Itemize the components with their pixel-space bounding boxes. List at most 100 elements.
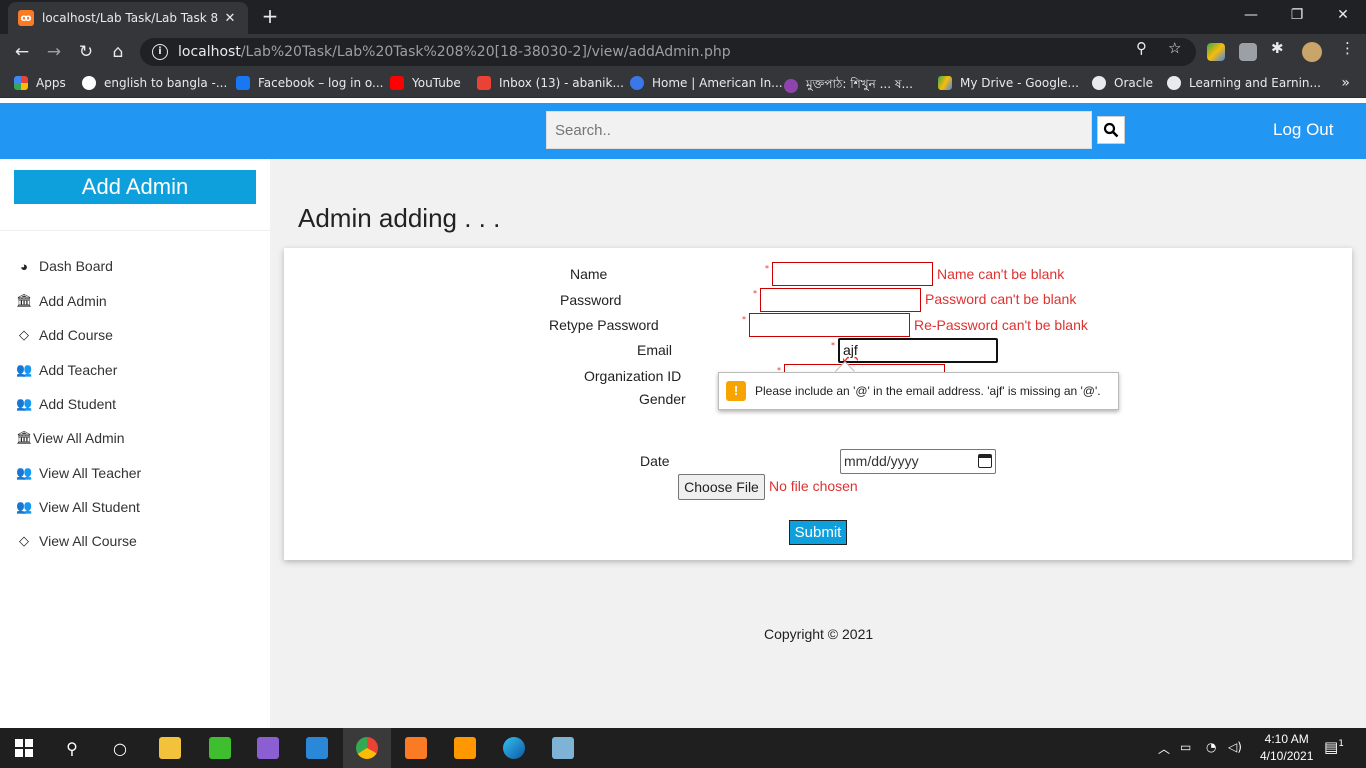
calendar-icon[interactable] [978, 454, 992, 468]
gender-label: Gender [639, 391, 686, 407]
password-input[interactable] [760, 288, 921, 312]
sidebar-item-add-teacher[interactable]: 👥 Add Teacher [16, 362, 117, 378]
shield-icon [630, 76, 644, 90]
xampp-favicon-icon: ꝏ [18, 10, 34, 26]
extensions-puzzle-icon[interactable]: ✱ [1271, 39, 1284, 57]
back-button[interactable]: ← [10, 40, 34, 64]
choose-file-button[interactable]: Choose File [678, 474, 765, 500]
bookmark-learning[interactable]: Learning and Earnin... [1167, 76, 1321, 90]
wifi-icon[interactable]: ◔ [1206, 740, 1216, 754]
bookmark-label: Learning and Earnin... [1189, 76, 1321, 90]
sidebar-item-label: View All Teacher [39, 465, 142, 481]
profile-avatar[interactable] [1302, 42, 1322, 62]
sidebar-item-add-student[interactable]: 👥 Add Student [16, 396, 116, 412]
retype-password-input[interactable] [749, 313, 910, 337]
admin-form-card: Name * Name can't be blank Password * Pa… [284, 248, 1352, 560]
windows-logo-icon [15, 739, 33, 757]
name-input[interactable] [772, 262, 933, 286]
sidebar-item-dashboard[interactable]: ◕ Dash Board [16, 258, 113, 274]
bookmark-muktopaath[interactable]: মুক্তপাঠ: শিখুন ... ষ... [784, 76, 913, 96]
sidebar-item-view-all-teacher[interactable]: 👥 View All Teacher [16, 465, 141, 481]
bookmark-facebook[interactable]: Facebook – log in o... [236, 76, 383, 90]
bookmark-oracle[interactable]: Oracle [1092, 76, 1153, 90]
bookmark-label: YouTube [412, 76, 461, 90]
zoom-icon[interactable]: ⚲ [1136, 39, 1147, 57]
users-icon: 👥 [16, 499, 33, 514]
browser-toolbar: ← → ↻ ⌂ i localhost/Lab%20Task/Lab%20Tas… [0, 34, 1366, 70]
extension-icon[interactable] [1239, 43, 1257, 61]
bookmark-american[interactable]: Home | American In... [630, 76, 783, 90]
bookmark-my-drive[interactable]: My Drive - Google... [938, 76, 1079, 90]
bookmark-inbox[interactable]: Inbox (13) - abanik... [477, 76, 624, 90]
chrome-menu-icon[interactable]: ⋮ [1340, 39, 1355, 57]
more-bookmarks-icon[interactable]: » [1341, 75, 1350, 91]
sidebar-item-label: Add Student [39, 396, 117, 412]
close-window-button[interactable]: ✕ [1320, 0, 1366, 30]
sidebar-item-add-admin[interactable]: 🏛 Add Admin [16, 293, 107, 309]
sidebar-item-view-all-course[interactable]: ◇ View All Course [16, 533, 137, 549]
task-view-icon[interactable]: ○ [96, 728, 144, 768]
forward-button[interactable]: → [42, 40, 66, 64]
date-input[interactable]: mm/dd/yyyy [840, 449, 996, 474]
password-label: Password [560, 292, 622, 308]
bookmark-label: Apps [36, 76, 66, 90]
visual-studio-icon[interactable] [244, 728, 292, 768]
notification-count: 1 [1338, 739, 1344, 749]
retype-password-label: Retype Password [549, 317, 659, 333]
extension-icon[interactable] [1207, 43, 1225, 61]
date-label: Date [640, 453, 670, 469]
battery-icon[interactable]: ▭ [1180, 740, 1191, 754]
browser-tab-strip: ꝏ localhost/Lab Task/Lab Task 8 [18 ✕ + … [0, 0, 1366, 34]
email-validation-tooltip: ! Please include an '@' in the email add… [718, 372, 1119, 410]
edge-taskbar-icon[interactable] [490, 728, 538, 768]
warning-icon: ! [726, 381, 746, 401]
name-error: Name can't be blank [937, 266, 1065, 282]
footer-copyright: Copyright © 2021 [764, 626, 874, 642]
taskbar-clock[interactable]: 4:10 AM 4/10/2021 [1260, 731, 1313, 765]
password-error: Password can't be blank [925, 291, 1077, 307]
sidebar-item-view-all-admin[interactable]: 🏛 View All Admin [16, 430, 125, 446]
start-button[interactable] [0, 728, 48, 768]
bookmarks-bar: Apps english to bangla -... Facebook – l… [0, 70, 1366, 98]
file-explorer-icon[interactable] [146, 728, 194, 768]
clock-date: 4/10/2021 [1260, 749, 1314, 763]
search-input[interactable] [546, 111, 1092, 149]
new-tab-button[interactable]: + [258, 4, 282, 28]
camtasia-icon[interactable] [196, 728, 244, 768]
restore-button[interactable]: ❐ [1274, 0, 1320, 30]
retype-password-error: Re-Password can't be blank [914, 317, 1088, 333]
clock-time: 4:10 AM [1264, 732, 1309, 746]
gmail-icon [477, 76, 491, 90]
reload-button[interactable]: ↻ [74, 40, 98, 64]
browser-tab[interactable]: ꝏ localhost/Lab Task/Lab Task 8 [18 ✕ [8, 2, 248, 34]
notepad-icon[interactable] [539, 728, 587, 768]
address-bar[interactable]: i localhost/Lab%20Task/Lab%20Task%208%20… [140, 38, 1196, 66]
sidebar-title[interactable]: Add Admin [14, 170, 256, 204]
minimize-button[interactable]: — [1228, 0, 1274, 30]
tab-close-icon[interactable]: ✕ [222, 11, 238, 26]
sublime-text-icon[interactable] [441, 728, 489, 768]
bookmark-apps[interactable]: Apps [14, 76, 66, 90]
sidebar-item-add-course[interactable]: ◇ Add Course [16, 327, 113, 343]
search-taskbar-icon[interactable]: ⚲ [48, 728, 96, 768]
xampp-taskbar-icon[interactable] [392, 728, 440, 768]
submit-button[interactable]: Submit [789, 520, 847, 545]
notifications-icon[interactable]: ▤1 [1324, 738, 1344, 756]
chrome-taskbar-icon[interactable] [343, 728, 391, 768]
bookmark-youtube[interactable]: YouTube [390, 76, 461, 90]
home-button[interactable]: ⌂ [106, 40, 130, 64]
bookmark-label: Facebook – log in o... [258, 76, 384, 90]
email-input[interactable]: ajf [838, 338, 998, 363]
google-icon [82, 76, 96, 90]
search-button[interactable] [1097, 116, 1125, 144]
volume-icon[interactable]: ◁) [1228, 740, 1242, 754]
sidebar-item-view-all-student[interactable]: 👥 View All Student [16, 499, 140, 515]
show-hidden-icons[interactable]: ︿ [1158, 740, 1170, 757]
diamond-icon: ◇ [19, 327, 29, 342]
site-info-icon[interactable]: i [152, 44, 168, 60]
bookmark-english-to-bangla[interactable]: english to bangla -... [82, 76, 227, 90]
youtube-icon [390, 76, 404, 90]
microsoft-store-icon[interactable] [293, 728, 341, 768]
bookmark-star-icon[interactable]: ☆ [1168, 39, 1181, 57]
logout-link[interactable]: Log Out [1273, 120, 1334, 140]
